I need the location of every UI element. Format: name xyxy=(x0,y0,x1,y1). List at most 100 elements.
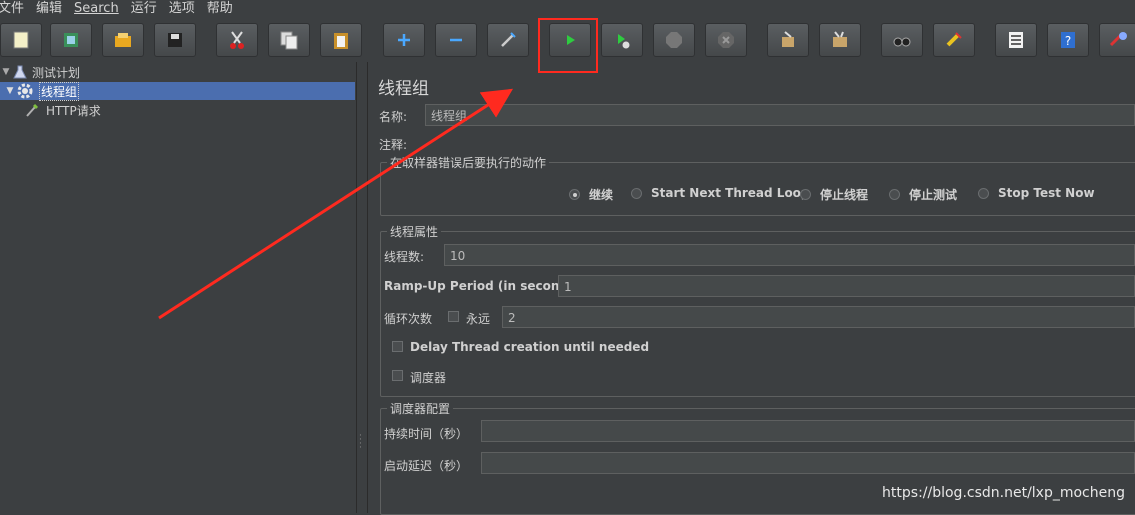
thread-group-panel: 线程组 名称: 线程组 注释: 在取样器错误后要执行的动作 继续 Start N… xyxy=(368,62,1135,515)
paste-button[interactable] xyxy=(320,23,362,57)
cut-button[interactable] xyxy=(216,23,258,57)
menu-bar: 文件 编辑 Search 运行 选项 帮助 xyxy=(0,0,1135,17)
binoculars-icon xyxy=(893,37,911,47)
collapse-button[interactable] xyxy=(435,23,477,57)
play-no-timer-icon xyxy=(618,34,630,49)
pipette-icon xyxy=(26,103,39,117)
radio-label: 停止线程 xyxy=(820,188,869,202)
tree-item-label: 线程组 xyxy=(39,81,80,101)
copy-button[interactable] xyxy=(268,23,310,57)
minus-icon xyxy=(450,38,462,42)
svg-text:?: ? xyxy=(1065,34,1071,48)
thread-properties-title: 线程属性 xyxy=(387,223,442,240)
loop-count-field[interactable]: 2 xyxy=(502,306,1135,328)
name-label: 名称: xyxy=(379,110,408,124)
search-button[interactable] xyxy=(881,23,923,57)
start-button[interactable] xyxy=(549,23,591,57)
name-field[interactable]: 线程组 xyxy=(425,104,1135,126)
shutdown-button[interactable] xyxy=(705,23,747,57)
radio-continue[interactable]: 继续 xyxy=(569,186,613,203)
wand-icon xyxy=(501,32,516,47)
radio-start-next-loop[interactable]: Start Next Thread Loop xyxy=(631,186,810,200)
menu-help[interactable]: 帮助 xyxy=(207,1,239,16)
radio-button[interactable] xyxy=(978,187,989,199)
tree-item-test-plan[interactable]: ▼ 测试计划 xyxy=(0,63,80,81)
play-icon xyxy=(567,35,575,45)
rampup-label: Ramp-Up Period (in seconds): xyxy=(384,279,586,293)
splitter[interactable]: · · · · xyxy=(357,62,368,513)
menu-options[interactable]: 选项 xyxy=(169,1,201,16)
radio-button[interactable] xyxy=(631,187,642,199)
clear-all-button[interactable] xyxy=(819,23,861,57)
threads-label: 线程数: xyxy=(384,250,425,264)
delay-thread-checkbox[interactable] xyxy=(392,341,403,352)
save-button[interactable] xyxy=(154,23,196,57)
rampup-field[interactable]: 1 xyxy=(558,275,1135,297)
templates-button[interactable] xyxy=(50,23,92,57)
broom-icon xyxy=(782,31,794,47)
forever-label: 永远 xyxy=(466,312,491,326)
tree-item-label: HTTP请求 xyxy=(46,103,101,118)
expand-arrow-icon[interactable]: ▼ xyxy=(0,67,12,77)
radio-label: Stop Test Now xyxy=(998,186,1095,200)
reset-search-icon xyxy=(946,32,962,47)
reset-search-button[interactable] xyxy=(933,23,975,57)
gear-icon xyxy=(17,83,33,99)
startup-delay-label: 启动延迟（秒） xyxy=(384,459,469,473)
radio-button[interactable] xyxy=(800,189,811,200)
forever-checkbox[interactable] xyxy=(448,311,459,322)
remote-button[interactable] xyxy=(1099,23,1135,57)
clear-button[interactable] xyxy=(767,23,809,57)
list-icon xyxy=(1009,32,1023,48)
menu-search[interactable]: Search xyxy=(74,1,125,16)
tree-item-http-request[interactable]: HTTP请求 xyxy=(24,101,101,119)
duration-label: 持续时间（秒） xyxy=(384,427,469,441)
scheduler-config-title: 调度器配置 xyxy=(387,400,454,417)
expand-arrow-icon[interactable]: ▼ xyxy=(4,86,16,96)
broom-all-icon xyxy=(833,31,847,47)
comment-label: 注释: xyxy=(379,138,408,152)
threads-field[interactable]: 10 xyxy=(444,244,1135,266)
expand-button[interactable] xyxy=(383,23,425,57)
save-icon xyxy=(168,33,182,47)
stop-button[interactable] xyxy=(653,23,695,57)
scheduler-checkbox[interactable] xyxy=(392,370,403,381)
duration-field[interactable] xyxy=(481,420,1135,442)
radio-label: 继续 xyxy=(589,188,614,202)
scissors-icon xyxy=(230,31,244,49)
splitter-grip[interactable]: · · · · xyxy=(359,432,362,453)
new-file-icon xyxy=(13,31,29,49)
toolbar: ? xyxy=(0,18,1135,63)
delay-thread-label: Delay Thread creation until needed xyxy=(410,340,650,354)
error-action-group-title: 在取样器错误后要执行的动作 xyxy=(387,154,550,171)
toggle-button[interactable] xyxy=(487,23,529,57)
start-no-pauses-button[interactable] xyxy=(601,23,643,57)
radio-button[interactable] xyxy=(569,189,580,200)
menu-file[interactable]: 文件 xyxy=(0,1,30,16)
loop-count-label: 循环次数 xyxy=(384,312,433,326)
radio-stop-thread[interactable]: 停止线程 xyxy=(800,186,868,203)
open-button[interactable] xyxy=(102,23,144,57)
help-button[interactable]: ? xyxy=(1047,23,1089,57)
radio-label: 停止测试 xyxy=(909,188,958,202)
new-button[interactable] xyxy=(0,23,42,57)
radio-button[interactable] xyxy=(889,189,900,200)
function-helper-button[interactable] xyxy=(995,23,1037,57)
paste-icon xyxy=(334,33,348,49)
flask-icon xyxy=(13,65,27,79)
tree-pane: ▼ 测试计划 ▼ 线程组 HTTP请求 xyxy=(0,62,357,513)
startup-delay-field[interactable] xyxy=(481,452,1135,474)
radio-stop-test-now[interactable]: Stop Test Now xyxy=(978,186,1095,200)
menu-edit[interactable]: 编辑 xyxy=(36,1,68,16)
tree-item-thread-group[interactable]: ▼ 线程组 xyxy=(0,81,355,101)
plus-icon xyxy=(398,34,410,46)
help-icon: ? xyxy=(1061,32,1075,48)
open-folder-icon xyxy=(115,33,131,47)
page-title: 线程组 xyxy=(378,79,429,99)
watermark: https://blog.csdn.net/lxp_mocheng xyxy=(882,485,1125,501)
radio-stop-test[interactable]: 停止测试 xyxy=(889,186,957,203)
copy-icon xyxy=(280,31,298,50)
scheduler-label: 调度器 xyxy=(410,371,447,385)
menu-run[interactable]: 运行 xyxy=(131,1,163,16)
radio-label: Start Next Thread Loop xyxy=(651,186,810,200)
